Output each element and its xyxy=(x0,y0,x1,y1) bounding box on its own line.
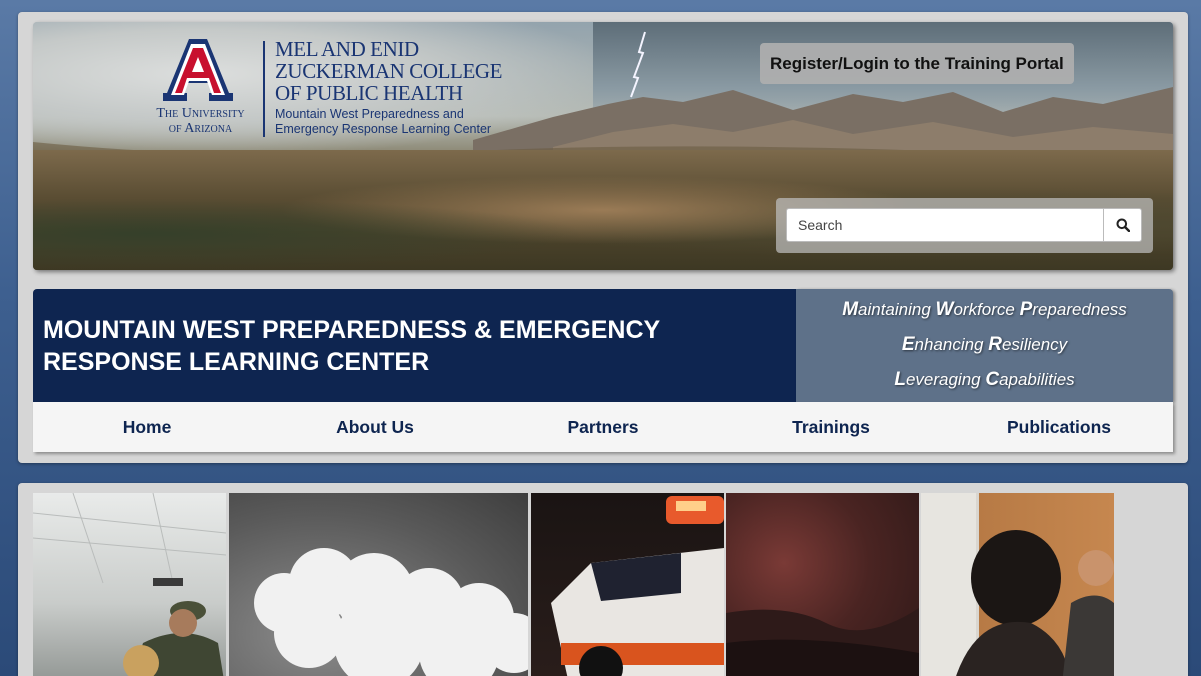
gallery-image-meeting[interactable] xyxy=(921,493,1114,676)
training-room-photo xyxy=(33,493,226,676)
nav-trainings[interactable]: Trainings xyxy=(717,417,945,438)
university-logo[interactable]: The University of Arizona Mel and Enid Z… xyxy=(143,37,513,142)
tagline-workforce-preparedness: Maintaining Workforce Preparedness xyxy=(842,299,1127,320)
gallery-image-cloud[interactable] xyxy=(229,493,528,676)
site-title: MOUNTAIN WEST PREPAREDNESS & EMERGENCY R… xyxy=(43,316,660,376)
main-nav: Home About Us Partners Trainings Publica… xyxy=(33,402,1173,452)
header-banner: The University of Arizona Mel and Enid Z… xyxy=(33,22,1173,270)
block-a-icon xyxy=(163,39,233,101)
tagline-box: Maintaining Workforce Preparedness Enhan… xyxy=(796,289,1173,402)
storm-photo xyxy=(726,608,919,676)
gallery-panel xyxy=(18,483,1188,676)
cloud-photo xyxy=(254,548,528,676)
nav-home[interactable]: Home xyxy=(33,417,261,438)
college-name: Mel and Enid Zuckerman College of Public… xyxy=(275,37,503,105)
nav-partners[interactable]: Partners xyxy=(489,417,717,438)
gallery-image-training-room[interactable] xyxy=(33,493,226,676)
university-name-line1: The University xyxy=(156,106,245,121)
gallery-image-ambulance[interactable] xyxy=(531,493,724,676)
search-button[interactable] xyxy=(1103,208,1142,242)
site-title-bar: MOUNTAIN WEST PREPAREDNESS & EMERGENCY R… xyxy=(33,289,796,402)
nav-publications[interactable]: Publications xyxy=(945,417,1173,438)
university-name-line2: of Arizona xyxy=(168,121,233,136)
search-icon xyxy=(1116,218,1130,232)
nav-about-us[interactable]: About Us xyxy=(261,417,489,438)
search-input[interactable] xyxy=(786,208,1103,242)
meeting-photo xyxy=(921,493,1114,676)
logo-divider xyxy=(263,41,265,137)
tagline-leveraging-capabilities: Leveraging Capabilities xyxy=(894,369,1075,390)
center-name: Mountain West Preparedness and Emergency… xyxy=(275,107,492,136)
ambulance-photo xyxy=(551,496,724,676)
university-name: The University of Arizona xyxy=(143,106,258,136)
ua-logo: The University of Arizona xyxy=(143,37,253,142)
search-box xyxy=(776,198,1153,253)
header-panel: The University of Arizona Mel and Enid Z… xyxy=(18,12,1188,463)
tagline-enhancing-resiliency: Enhancing Resiliency xyxy=(901,334,1068,355)
gallery-image-storm[interactable] xyxy=(726,493,919,676)
training-portal-button[interactable]: Register/Login to the Training Portal xyxy=(760,43,1074,84)
